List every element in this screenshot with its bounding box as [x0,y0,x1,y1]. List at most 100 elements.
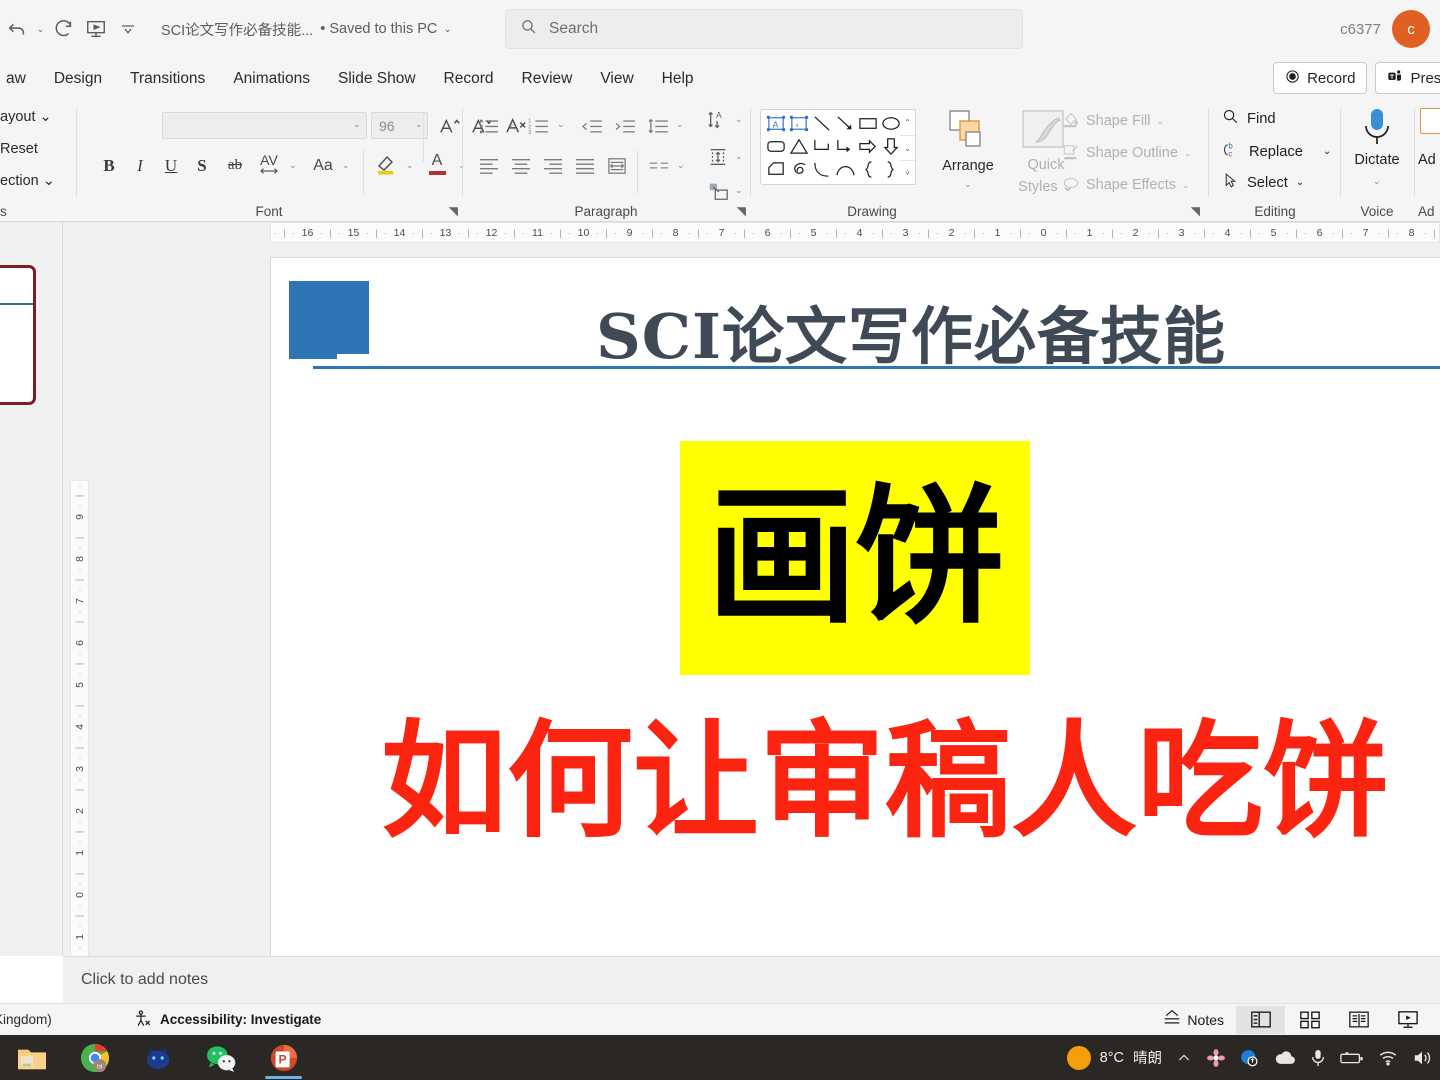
pentagon-shape-icon[interactable] [765,159,788,182]
change-case-chevron-down-icon[interactable]: ⌄ [342,160,350,171]
blue-globe-icon[interactable] [1240,1048,1260,1068]
shape-gallery-more-icon[interactable]: ⩒ [900,160,915,184]
layout-button[interactable]: ayout ⌄ [0,109,52,125]
elbow-arrow-connector-shape-icon[interactable] [834,136,857,159]
convert-to-smartart-button[interactable] [704,178,732,204]
align-text-chevron-down-icon[interactable]: ⌄ [735,151,743,162]
find-button[interactable]: Find [1222,108,1276,129]
slide-title-text[interactable]: SCI论文写作必备技能 [451,286,1371,376]
powerpoint-icon[interactable]: P [262,1035,305,1080]
chrome-icon[interactable]: hl [73,1035,116,1080]
text-highlight-color-button[interactable] [371,148,401,180]
bullets-button[interactable] [474,112,504,139]
dictate-label[interactable]: Dictate [1340,152,1414,168]
decrease-indent-button[interactable] [577,112,607,139]
section-button[interactable]: ection ⌄ [0,173,55,189]
columns-button[interactable] [644,152,674,179]
slide-thumbnail-pane[interactable]: 饼 [0,222,63,956]
tab-review[interactable]: Review [508,63,587,95]
character-spacing-chevron-down-icon[interactable]: ⌄ [289,160,297,171]
italic-button[interactable]: I [127,152,153,179]
strikethrough-button[interactable]: ab [220,152,250,179]
font-dialog-launcher[interactable]: ◥ [449,204,458,218]
justify-button[interactable] [570,152,600,179]
increase-indent-button[interactable] [610,112,640,139]
undo-dropdown-icon[interactable]: ⌄ [34,24,47,35]
bullets-chevron-down-icon[interactable]: ⌄ [507,119,515,130]
avatar[interactable]: c [1392,10,1430,48]
elbow-connector-shape-icon[interactable] [811,136,834,159]
wechat-icon[interactable] [199,1035,242,1080]
tab-record[interactable]: Record [430,63,508,95]
tab-design[interactable]: Design [40,63,116,95]
arrange-chevron-down-icon[interactable]: ⌄ [964,179,972,190]
numbering-chevron-down-icon[interactable]: ⌄ [557,119,565,130]
highlight-text-box[interactable]: 画饼 [680,441,1030,675]
arrange-icon[interactable] [938,108,998,156]
document-title[interactable]: SCI论文写作必备技能... [161,19,313,40]
slide-red-text[interactable]: 如何让审稿人吃饼 [381,712,1389,852]
font-size-chevron-down-icon[interactable]: ⌄ [415,119,423,130]
font-name-input[interactable] [162,112,367,139]
file-explorer-icon[interactable] [10,1035,53,1080]
undo-icon[interactable] [2,14,32,44]
increase-font-size-button[interactable] [436,112,464,139]
numbering-button[interactable]: 1 2 3 [524,112,554,139]
microphone-icon[interactable] [1310,1048,1326,1068]
record-button[interactable]: Record [1273,62,1368,94]
notes-placeholder[interactable]: Click to add notes [81,971,208,989]
underline-button[interactable]: U [158,152,184,179]
tab-view[interactable]: View [586,63,647,95]
reading-view-button[interactable] [1334,1006,1383,1034]
shape-effects-button[interactable]: Shape Effects ⌄ [1062,174,1190,196]
tab-transitions[interactable]: Transitions [116,63,219,95]
rectangle-shape-icon[interactable] [857,113,880,136]
slide-sorter-view-button[interactable] [1285,1006,1334,1034]
battery-icon[interactable] [1340,1051,1364,1065]
dictate-chevron-down-icon[interactable]: ⌄ [1373,176,1381,187]
tab-slide-show[interactable]: Slide Show [324,63,430,95]
replace-button[interactable]: b c Replace ⌄ [1222,140,1331,163]
shape-effects-chevron-down-icon[interactable]: ⌄ [1182,180,1190,191]
line-spacing-button[interactable] [643,112,673,139]
align-right-button[interactable] [538,152,568,179]
notes-toggle-button[interactable]: Notes [1150,1006,1236,1034]
bold-button[interactable]: B [96,152,122,179]
columns-chevron-down-icon[interactable]: ⌄ [677,160,685,171]
search-box[interactable]: Search [505,9,1023,49]
accessibility-status[interactable]: Accessibility: Investigate [133,1009,321,1031]
rounded-rectangle-shape-icon[interactable] [765,136,788,159]
shape-fill-button[interactable]: Shape Fill ⌄ [1062,110,1164,132]
drawing-dialog-launcher[interactable]: ◥ [1191,204,1200,218]
select-chevron-down-icon[interactable]: ⌄ [1296,177,1304,188]
language-status[interactable]: Kingdom) [0,1012,52,1027]
replace-chevron-down-icon[interactable]: ⌄ [1323,146,1331,157]
wifi-icon[interactable] [1378,1049,1398,1066]
notes-pane[interactable]: Click to add notes [63,956,1440,1008]
triangle-shape-icon[interactable] [788,136,811,159]
show-hidden-icons-chevron-icon[interactable] [1176,1050,1192,1066]
align-text-button[interactable] [704,144,732,170]
shape-fill-chevron-down-icon[interactable]: ⌄ [1156,116,1164,127]
present-in-teams-button[interactable]: Present in [1375,62,1440,94]
microphone-icon[interactable] [1360,107,1394,154]
highlight-chevron-down-icon[interactable]: ⌄ [406,160,414,171]
right-arrow-shape-icon[interactable] [857,136,880,159]
left-brace-shape-icon[interactable] [857,159,880,182]
text-shadow-button[interactable]: S [189,152,215,179]
flower-app-icon[interactable] [1206,1048,1226,1068]
tab-help[interactable]: Help [648,63,708,95]
blue-cat-app-icon[interactable] [136,1035,179,1080]
shape-outline-chevron-down-icon[interactable]: ⌄ [1184,148,1192,159]
align-left-button[interactable] [474,152,504,179]
save-state-chevron-icon[interactable]: ⌄ [443,24,451,35]
slide-editing-canvas[interactable]: SCI论文写作必备技能 画饼 如何让审稿人吃饼 [270,257,1440,969]
onedrive-icon[interactable] [1274,1050,1296,1066]
volume-icon[interactable] [1412,1049,1432,1067]
customize-qat-icon[interactable] [113,14,143,44]
slide-thumbnail-1[interactable]: 饼 [0,265,36,405]
scribble-shape-icon[interactable] [788,159,811,182]
text-direction-chevron-down-icon[interactable]: ⌄ [735,114,743,125]
shape-outline-button[interactable]: Shape Outline ⌄ [1062,142,1191,164]
tab-draw[interactable]: aw [0,63,40,95]
